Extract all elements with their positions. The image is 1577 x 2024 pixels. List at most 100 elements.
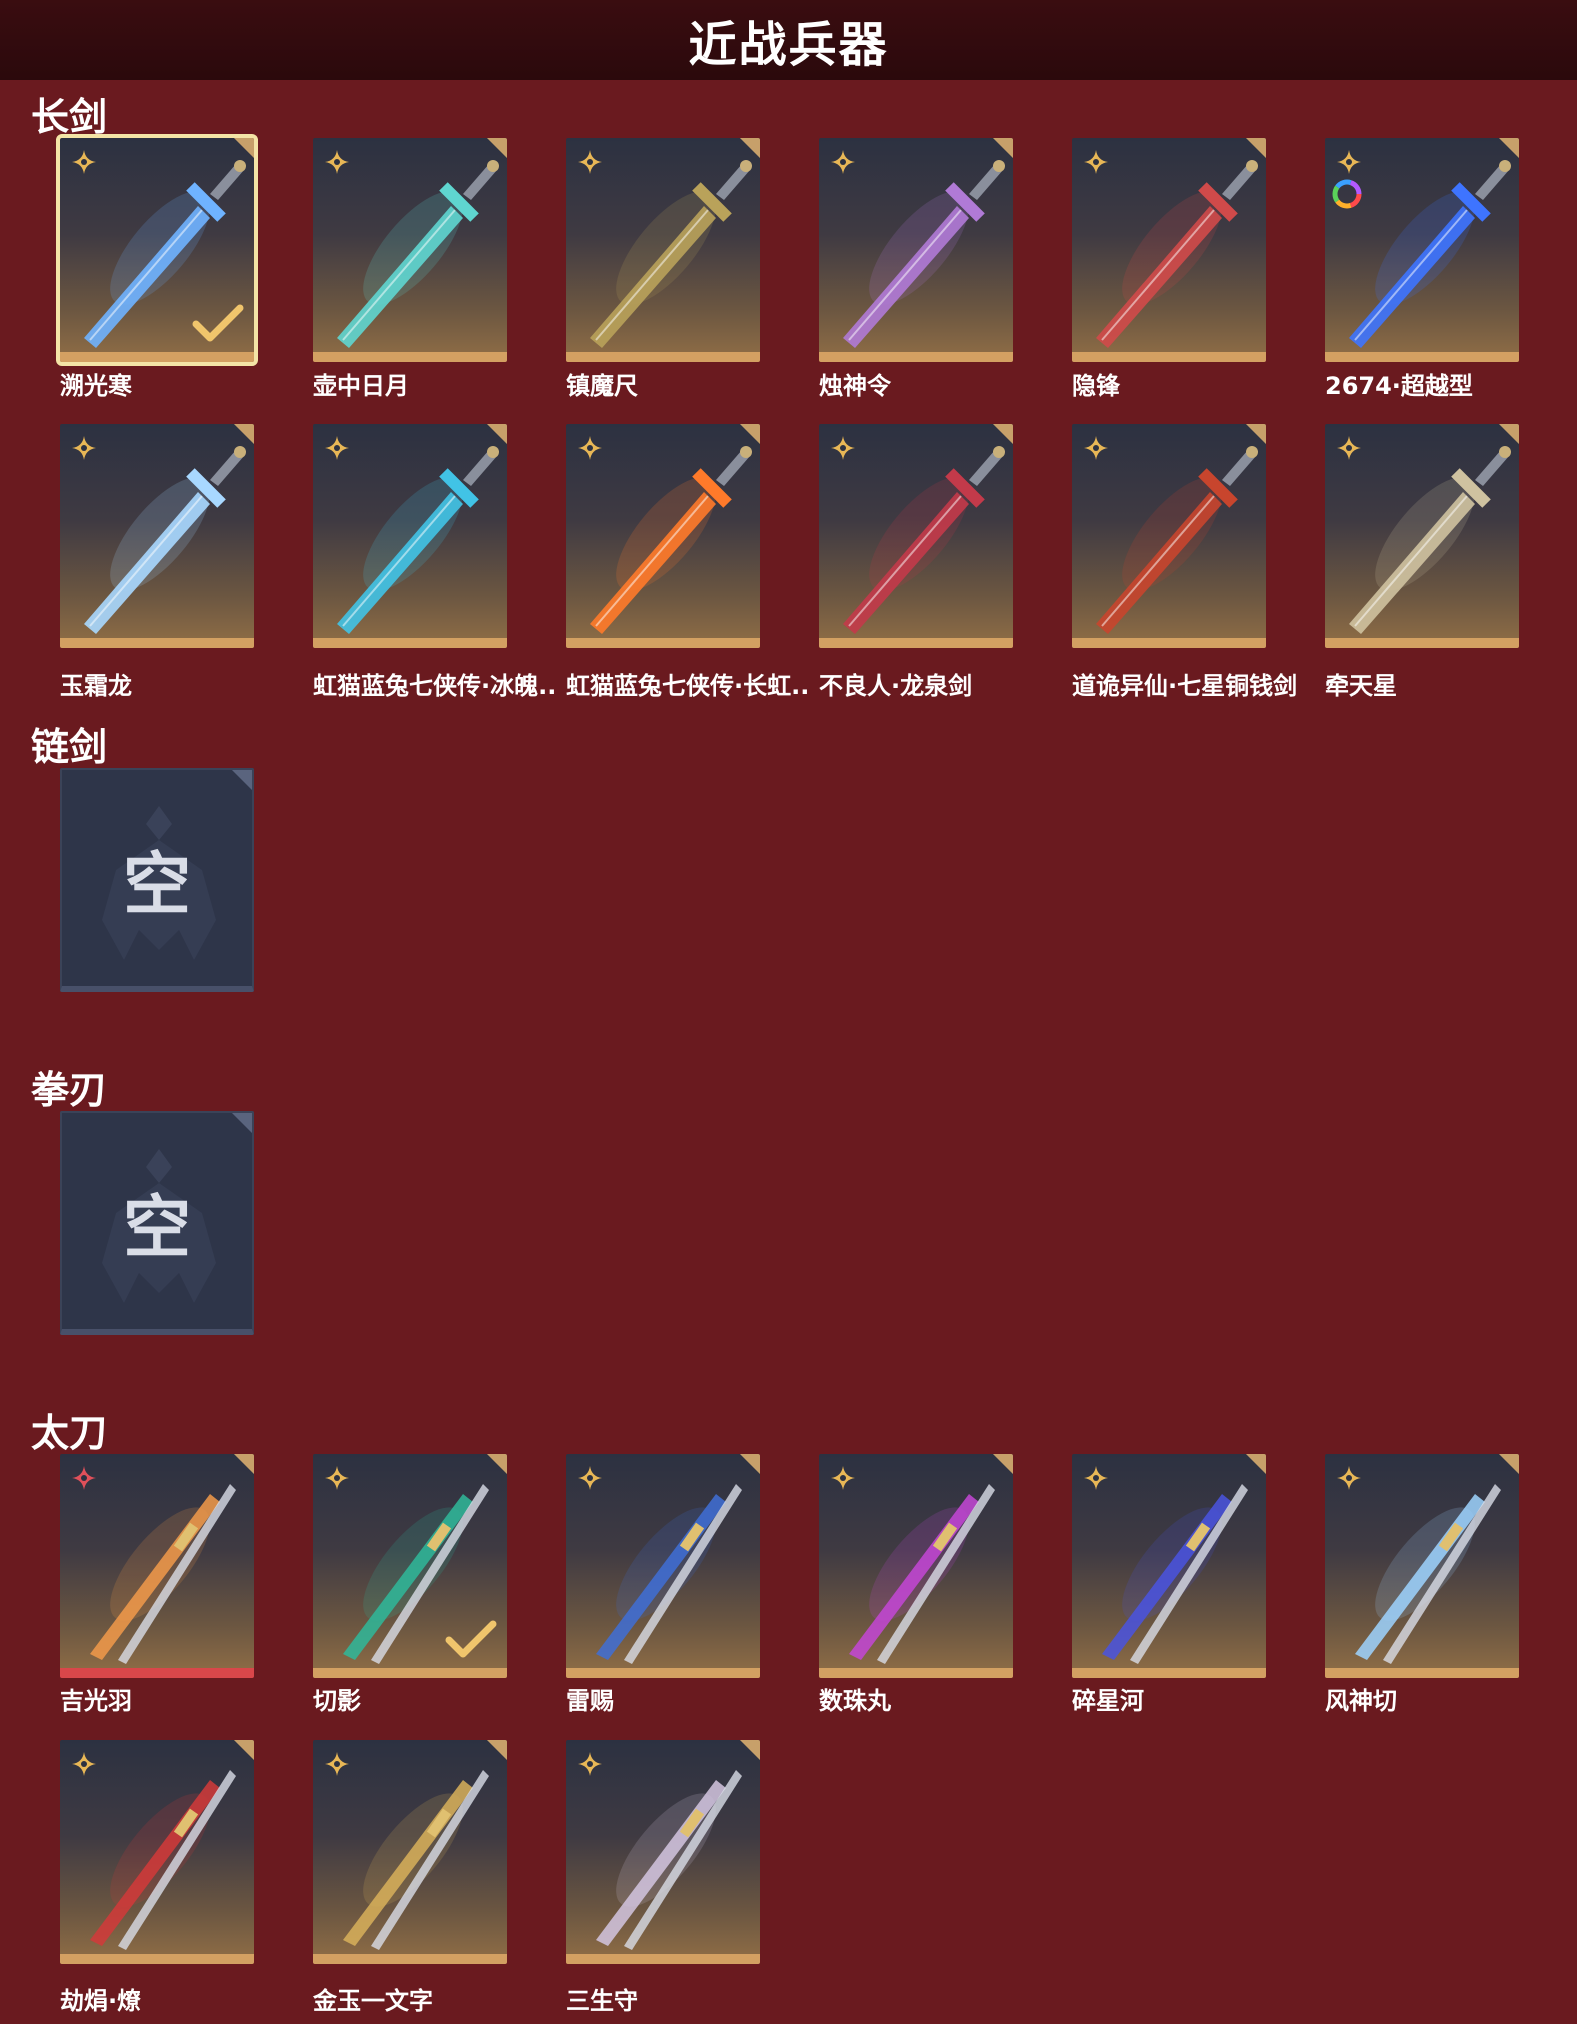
corner-icon xyxy=(738,1740,760,1762)
corner-icon xyxy=(485,424,507,446)
weapon-card xyxy=(566,424,760,648)
weapon-card xyxy=(1325,424,1519,648)
section-title-fistblade: 拳刃 xyxy=(31,1068,108,1112)
weapon-tile[interactable] xyxy=(313,424,507,648)
weapon-card xyxy=(60,1740,254,1964)
corner-icon xyxy=(991,1454,1013,1476)
gold-star-rank-icon xyxy=(1337,1466,1361,1490)
rainbow-ring-icon xyxy=(1332,179,1362,209)
corner-icon xyxy=(1497,1454,1519,1476)
weapon-name-label: 壶中日月 xyxy=(313,372,409,400)
page-title: 近战兵器 xyxy=(688,17,889,73)
weapon-name-label: 风神切 xyxy=(1325,1687,1397,1715)
chainsword-empty-slot[interactable]: 空 xyxy=(60,768,254,992)
weapon-tile[interactable] xyxy=(313,1740,507,1964)
weapon-tile[interactable] xyxy=(313,1454,507,1678)
corner-icon xyxy=(1244,1454,1266,1476)
corner-icon xyxy=(738,138,760,160)
weapon-name-label: 虹猫蓝兔七侠传·冰魄.. xyxy=(313,672,557,700)
weapon-card xyxy=(56,134,258,366)
empty-slot-card: 空 xyxy=(60,1111,254,1335)
weapon-card xyxy=(1325,1454,1519,1678)
corner-icon xyxy=(738,1454,760,1476)
corner-icon xyxy=(485,1454,507,1476)
gold-star-rank-icon xyxy=(325,1752,349,1776)
gold-star-rank-icon xyxy=(325,150,349,174)
gold-star-rank-icon xyxy=(831,150,855,174)
weapon-name-label: 隐锋 xyxy=(1072,372,1120,400)
weapon-name-label: 不良人·龙泉剑 xyxy=(819,672,973,700)
weapon-name-label: 2674·超越型 xyxy=(1325,372,1473,400)
weapon-card xyxy=(1072,138,1266,362)
weapon-card xyxy=(1072,1454,1266,1678)
corner-icon xyxy=(1244,138,1266,160)
corner-icon xyxy=(485,1740,507,1762)
weapon-tile[interactable] xyxy=(1072,138,1266,362)
equipped-check-icon xyxy=(192,304,244,342)
gold-star-rank-icon xyxy=(1084,436,1108,460)
weapon-card xyxy=(313,424,507,648)
empty-slot-label: 空 xyxy=(122,845,191,925)
weapon-tile[interactable] xyxy=(1325,1454,1519,1678)
weapon-card xyxy=(566,1454,760,1678)
weapon-tile[interactable] xyxy=(566,1740,760,1964)
weapon-tile[interactable] xyxy=(566,138,760,362)
weapon-tile[interactable] xyxy=(566,1454,760,1678)
corner-icon xyxy=(1244,424,1266,446)
weapon-name-label: 劫焆·燎 xyxy=(60,1987,142,2015)
weapon-card xyxy=(819,424,1013,648)
weapon-tile[interactable] xyxy=(1072,1454,1266,1678)
weapon-card xyxy=(566,1740,760,1964)
weapon-card xyxy=(313,138,507,362)
gold-star-rank-icon xyxy=(1337,436,1361,460)
weapon-name-label: 镇魔尺 xyxy=(566,372,638,400)
corner-icon xyxy=(232,1740,254,1762)
weapon-tile[interactable] xyxy=(819,424,1013,648)
gold-star-rank-icon xyxy=(1337,150,1361,174)
section-title-chainsword: 链剑 xyxy=(31,725,108,769)
red-star-rank-icon xyxy=(72,1466,96,1490)
weapon-card xyxy=(313,1740,507,1964)
corner-icon xyxy=(232,424,254,446)
weapon-tile[interactable] xyxy=(819,138,1013,362)
gold-star-rank-icon xyxy=(72,150,96,174)
weapon-name-label: 雷赐 xyxy=(566,1687,614,1715)
weapon-tile[interactable] xyxy=(60,424,254,648)
weapon-tile[interactable] xyxy=(56,134,258,366)
gold-star-rank-icon xyxy=(578,436,602,460)
weapon-tile[interactable] xyxy=(313,138,507,362)
weapon-card xyxy=(566,138,760,362)
corner-icon xyxy=(991,138,1013,160)
corner-icon xyxy=(230,1113,252,1135)
weapon-name-label: 金玉一文字 xyxy=(313,1987,433,2015)
empty-slot-card: 空 xyxy=(60,768,254,992)
gold-star-rank-icon xyxy=(72,436,96,460)
weapon-name-label: 溯光寒 xyxy=(60,372,132,400)
weapon-name-label: 碎星河 xyxy=(1072,1687,1144,1715)
weapon-name-label: 切影 xyxy=(313,1687,361,1715)
corner-icon xyxy=(232,138,254,160)
weapon-tile[interactable] xyxy=(1325,138,1519,362)
weapon-tile[interactable] xyxy=(566,424,760,648)
weapon-tile[interactable] xyxy=(60,1454,254,1678)
weapon-card xyxy=(313,1454,507,1678)
corner-icon xyxy=(991,424,1013,446)
equipped-check-icon xyxy=(445,1620,497,1658)
gold-star-rank-icon xyxy=(72,1752,96,1776)
weapon-card xyxy=(60,424,254,648)
weapon-card xyxy=(819,138,1013,362)
gold-star-rank-icon xyxy=(831,1466,855,1490)
gold-star-rank-icon xyxy=(1084,150,1108,174)
gold-star-rank-icon xyxy=(831,436,855,460)
corner-icon xyxy=(1497,424,1519,446)
corner-icon xyxy=(232,1454,254,1476)
weapon-name-label: 道诡异仙·七星铜钱剑 xyxy=(1072,672,1298,700)
fistblade-empty-slot[interactable]: 空 xyxy=(60,1111,254,1335)
weapon-tile[interactable] xyxy=(819,1454,1013,1678)
weapon-tile[interactable] xyxy=(1325,424,1519,648)
weapon-tile[interactable] xyxy=(1072,424,1266,648)
weapon-card xyxy=(1325,138,1519,362)
weapon-name-label: 虹猫蓝兔七侠传·长虹.. xyxy=(566,672,810,700)
weapon-tile[interactable] xyxy=(60,1740,254,1964)
empty-slot-label: 空 xyxy=(122,1188,191,1268)
